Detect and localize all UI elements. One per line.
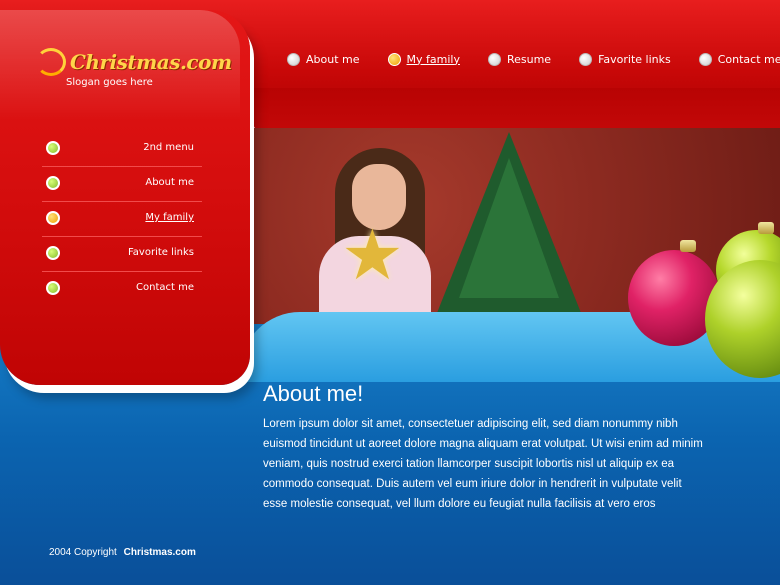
nav-bullet-active-icon — [387, 52, 401, 66]
side-menu-label: My family — [145, 212, 194, 223]
ornament-cap-icon — [758, 222, 774, 234]
side-menu-label: Favorite links — [127, 247, 194, 258]
top-nav-item-contact-me[interactable]: Contact me — [698, 50, 780, 68]
christmas-tree-highlight — [459, 158, 559, 298]
top-nav-item-resume[interactable]: Resume — [487, 50, 552, 68]
nav-label: My family — [406, 52, 460, 66]
side-menu-item-2nd-menu[interactable]: 2nd menu — [42, 132, 202, 167]
nav-label: Resume — [506, 52, 552, 66]
nav-bullet-icon — [698, 52, 712, 66]
top-nav-item-about-me[interactable]: About me — [287, 50, 360, 68]
nav-bullet-icon — [487, 52, 501, 66]
side-menu-item-about-me[interactable]: About me — [42, 167, 202, 202]
nav-label: Favorite links — [598, 52, 671, 66]
ornament-cap-icon — [680, 240, 696, 252]
nav-label: Contact me — [717, 52, 780, 66]
footer-copyright: 2004 Copyright — [49, 547, 117, 558]
top-nav: About me My family Resume Favorite links… — [287, 50, 780, 68]
content-body: Lorem ipsum dolor sit amet, consectetuer… — [263, 418, 703, 510]
side-menu-label: About me — [145, 177, 194, 188]
side-menu: 2nd menu About me My family Favorite lin… — [42, 132, 202, 306]
side-menu-item-contact-me[interactable]: Contact me — [42, 272, 202, 306]
side-bullet-active-icon — [46, 211, 60, 225]
nav-bullet-icon — [287, 52, 300, 66]
slogan: Slogan goes here — [66, 77, 153, 88]
top-nav-item-favorite-links[interactable]: Favorite links — [579, 50, 671, 68]
side-menu-item-my-family[interactable]: My family — [42, 202, 202, 237]
side-menu-label: Contact me — [136, 282, 194, 293]
footer: 2004 Copyright Christmas.com — [49, 547, 196, 558]
page-title: About me! — [263, 381, 364, 406]
side-bullet-icon — [46, 176, 60, 190]
side-bullet-icon — [46, 246, 60, 260]
nav-label: About me — [306, 52, 360, 66]
logo-swirl-icon — [36, 48, 66, 76]
star-icon: ★ — [341, 214, 404, 296]
logo-name: Christmas.com — [70, 50, 232, 74]
nav-bullet-icon — [579, 52, 593, 66]
footer-brand[interactable]: Christmas.com — [124, 547, 196, 558]
side-bullet-icon — [46, 281, 60, 295]
side-bullet-icon — [46, 141, 60, 155]
top-nav-item-my-family[interactable]: My family — [387, 50, 460, 68]
side-menu-label: 2nd menu — [143, 142, 194, 153]
logo[interactable]: Christmas.com — [36, 48, 232, 76]
page: ★ Christmas.com Slogan goes here About m… — [0, 0, 780, 585]
side-menu-item-favorite-links[interactable]: Favorite links — [42, 237, 202, 272]
